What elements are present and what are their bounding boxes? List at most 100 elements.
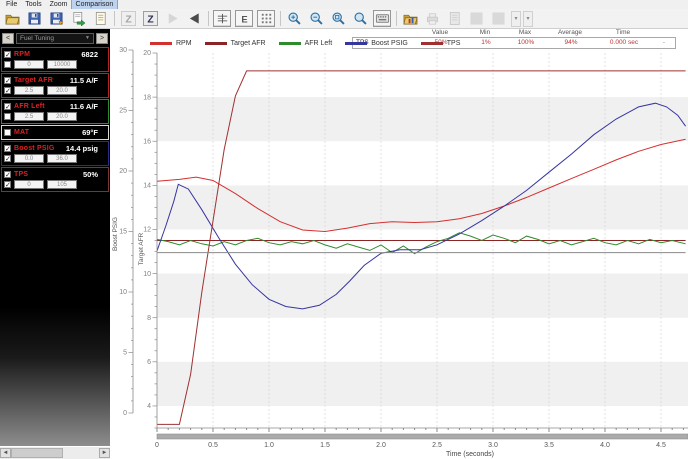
gauge-min-input[interactable]: 2.5 <box>14 85 44 95</box>
x-scrollbar[interactable] <box>156 433 688 440</box>
gauge-checkbox[interactable] <box>4 60 11 68</box>
grid-pattern-icon[interactable] <box>257 10 275 27</box>
stats-header-max: Max <box>518 29 532 36</box>
gauge-checkbox[interactable] <box>4 128 11 136</box>
save-all-icon[interactable] <box>47 10 65 27</box>
sidebar-gradient <box>0 193 110 446</box>
x-tick-label: 2.5 <box>432 442 442 449</box>
gauge-checkbox[interactable]: ✓ <box>4 102 11 111</box>
gauge-checkbox[interactable] <box>4 112 11 120</box>
gauge-max-input[interactable]: 20.0 <box>47 85 77 95</box>
stats-header-min: Min <box>479 29 491 36</box>
stats-header-value: Value <box>431 29 449 36</box>
sidebar: < Fuel Tuning ▼ > ✓ RPM 6822 0 10000 ✓ Target … <box>0 29 110 459</box>
gauge-row-afr-left: ✓ AFR Left 11.6 A/F 2.5 20.0 <box>1 99 109 124</box>
gauge-label: Boost PSIG <box>14 144 55 152</box>
gauge-value: 50% <box>82 169 98 179</box>
gauge-row-target-afr: ✓ Target AFR 11.5 A/F ✓ 2.5 20.0 <box>1 73 109 98</box>
gauge-min-input[interactable]: 2.5 <box>14 111 44 121</box>
inner-tick-label: 4 <box>147 403 151 410</box>
gauge-max-input[interactable]: 20.0 <box>47 111 77 121</box>
scrollbar-thumb[interactable] <box>11 448 63 458</box>
gauge-checkbox[interactable]: ✓ <box>4 86 11 95</box>
app-window: File Tools Zoom Comparison Z Z E ▾ ▾ < Fuel Tun… <box>0 0 688 459</box>
zoom-in-icon[interactable] <box>285 10 303 27</box>
gauge-label: Target AFR <box>14 76 53 84</box>
gauge-checkbox[interactable]: ✓ <box>4 144 11 153</box>
export-icon[interactable] <box>69 10 87 27</box>
notes2-icon[interactable] <box>445 10 463 27</box>
open-file-icon[interactable] <box>3 10 21 27</box>
gauge-checkbox[interactable]: ✓ <box>4 170 11 179</box>
toolbar-separator <box>114 11 115 26</box>
gauge-min-input[interactable]: 0.0 <box>14 153 44 163</box>
scroll-left-icon[interactable]: ◄ <box>0 448 11 458</box>
gauge-min-input[interactable]: 0 <box>14 59 44 69</box>
zoom-z-prev-icon[interactable]: Z <box>119 10 137 27</box>
plot-band <box>157 273 688 318</box>
gauge-max-input[interactable]: 36.0 <box>47 153 77 163</box>
blank-icon[interactable] <box>467 10 485 27</box>
zoom-box-icon[interactable] <box>329 10 347 27</box>
gauge-max-input[interactable]: 105 <box>47 179 77 189</box>
legend-label: RPM <box>176 40 192 47</box>
plot-band <box>157 97 688 142</box>
gauge-set-next-button[interactable]: > <box>96 32 108 44</box>
legend-item-afr-left: AFR Left <box>278 40 332 47</box>
menu-item-file[interactable]: File <box>2 0 21 9</box>
zoom-z-icon[interactable]: Z <box>141 10 159 27</box>
save-icon[interactable] <box>25 10 43 27</box>
outer-tick-label: 15 <box>119 229 127 236</box>
inner-tick-label: 8 <box>147 315 151 322</box>
gauge-set-selector: < Fuel Tuning ▼ > <box>0 29 110 46</box>
menu-item-tools[interactable]: Tools <box>21 0 45 9</box>
outer-tick-label: 0 <box>123 410 127 417</box>
gauge-value: 11.5 A/F <box>69 75 98 85</box>
step-back-icon[interactable] <box>185 10 203 27</box>
x-tick-label: 3.0 <box>488 442 498 449</box>
legend-swatch <box>150 42 172 45</box>
gauge-label: TPS <box>14 170 29 178</box>
gauge-checkbox[interactable]: ✓ <box>4 76 11 85</box>
stats-max: 100% <box>517 39 535 46</box>
menu-item-comparison[interactable]: Comparison <box>70 0 119 10</box>
outer-tick-label: 30 <box>119 47 127 54</box>
open-comparison-icon[interactable] <box>401 10 419 27</box>
svg-text:Z: Z <box>147 14 153 25</box>
gauge-max-input[interactable]: 10000 <box>47 59 77 69</box>
scroll-right-icon[interactable]: ► <box>99 448 110 458</box>
chart-legend: RPM Target AFR AFR Left Boost PSIG TPS <box>150 40 460 47</box>
cursor-values-icon[interactable] <box>213 10 231 27</box>
menu-item-zoom[interactable]: Zoom <box>46 0 72 9</box>
inner-tick-label: 16 <box>143 138 151 145</box>
outer-tick-label: 20 <box>119 168 127 175</box>
notes-icon[interactable] <box>91 10 109 27</box>
zoom-out-icon[interactable] <box>307 10 325 27</box>
print-icon[interactable] <box>423 10 441 27</box>
play-icon[interactable] <box>163 10 181 27</box>
chart-region: ValueMinMaxAverageTime TPS 50% 1% 100% 9… <box>110 29 688 459</box>
gauge-min-input[interactable]: 0 <box>14 179 44 189</box>
x-tick-label: 1.0 <box>264 442 274 449</box>
stats-header-row: Value Min Max Average Time <box>352 29 676 37</box>
gauge-checkbox[interactable]: ✓ <box>4 180 11 189</box>
blank-icon[interactable] <box>489 10 507 27</box>
gauge-list: ✓ RPM 6822 0 10000 ✓ Target AFR 11.5 A/F ✓ 2.5 20.… <box>0 46 110 193</box>
chart-plot[interactable]: 0 5 10 15 20 25 30 Boost PSIG 4 6 8 10 12 14 16 18 20 Tar… <box>110 29 688 459</box>
keypad-icon[interactable] <box>373 10 391 27</box>
events-icon[interactable]: E <box>235 10 253 27</box>
outer-tick-label: 10 <box>119 289 127 296</box>
sidebar-scrollbar[interactable]: ◄ ► <box>0 446 110 459</box>
gauge-set-select[interactable]: Fuel Tuning ▼ <box>16 32 94 44</box>
gauge-set-prev-button[interactable]: < <box>2 32 14 44</box>
zoom-full-icon[interactable] <box>351 10 369 27</box>
dropdown-small-icon[interactable]: ▾ <box>511 10 521 27</box>
gauge-checkbox[interactable]: ✓ <box>4 154 11 163</box>
legend-item-rpm: RPM <box>150 40 192 47</box>
dropdown-small-icon[interactable]: ▾ <box>523 10 533 27</box>
stats-header-time: Time <box>615 29 631 36</box>
gauge-checkbox[interactable]: ✓ <box>4 50 11 59</box>
legend-item-target-afr: Target AFR <box>204 40 266 47</box>
svg-text:Z: Z <box>125 14 131 25</box>
gauge-label: RPM <box>14 50 31 58</box>
